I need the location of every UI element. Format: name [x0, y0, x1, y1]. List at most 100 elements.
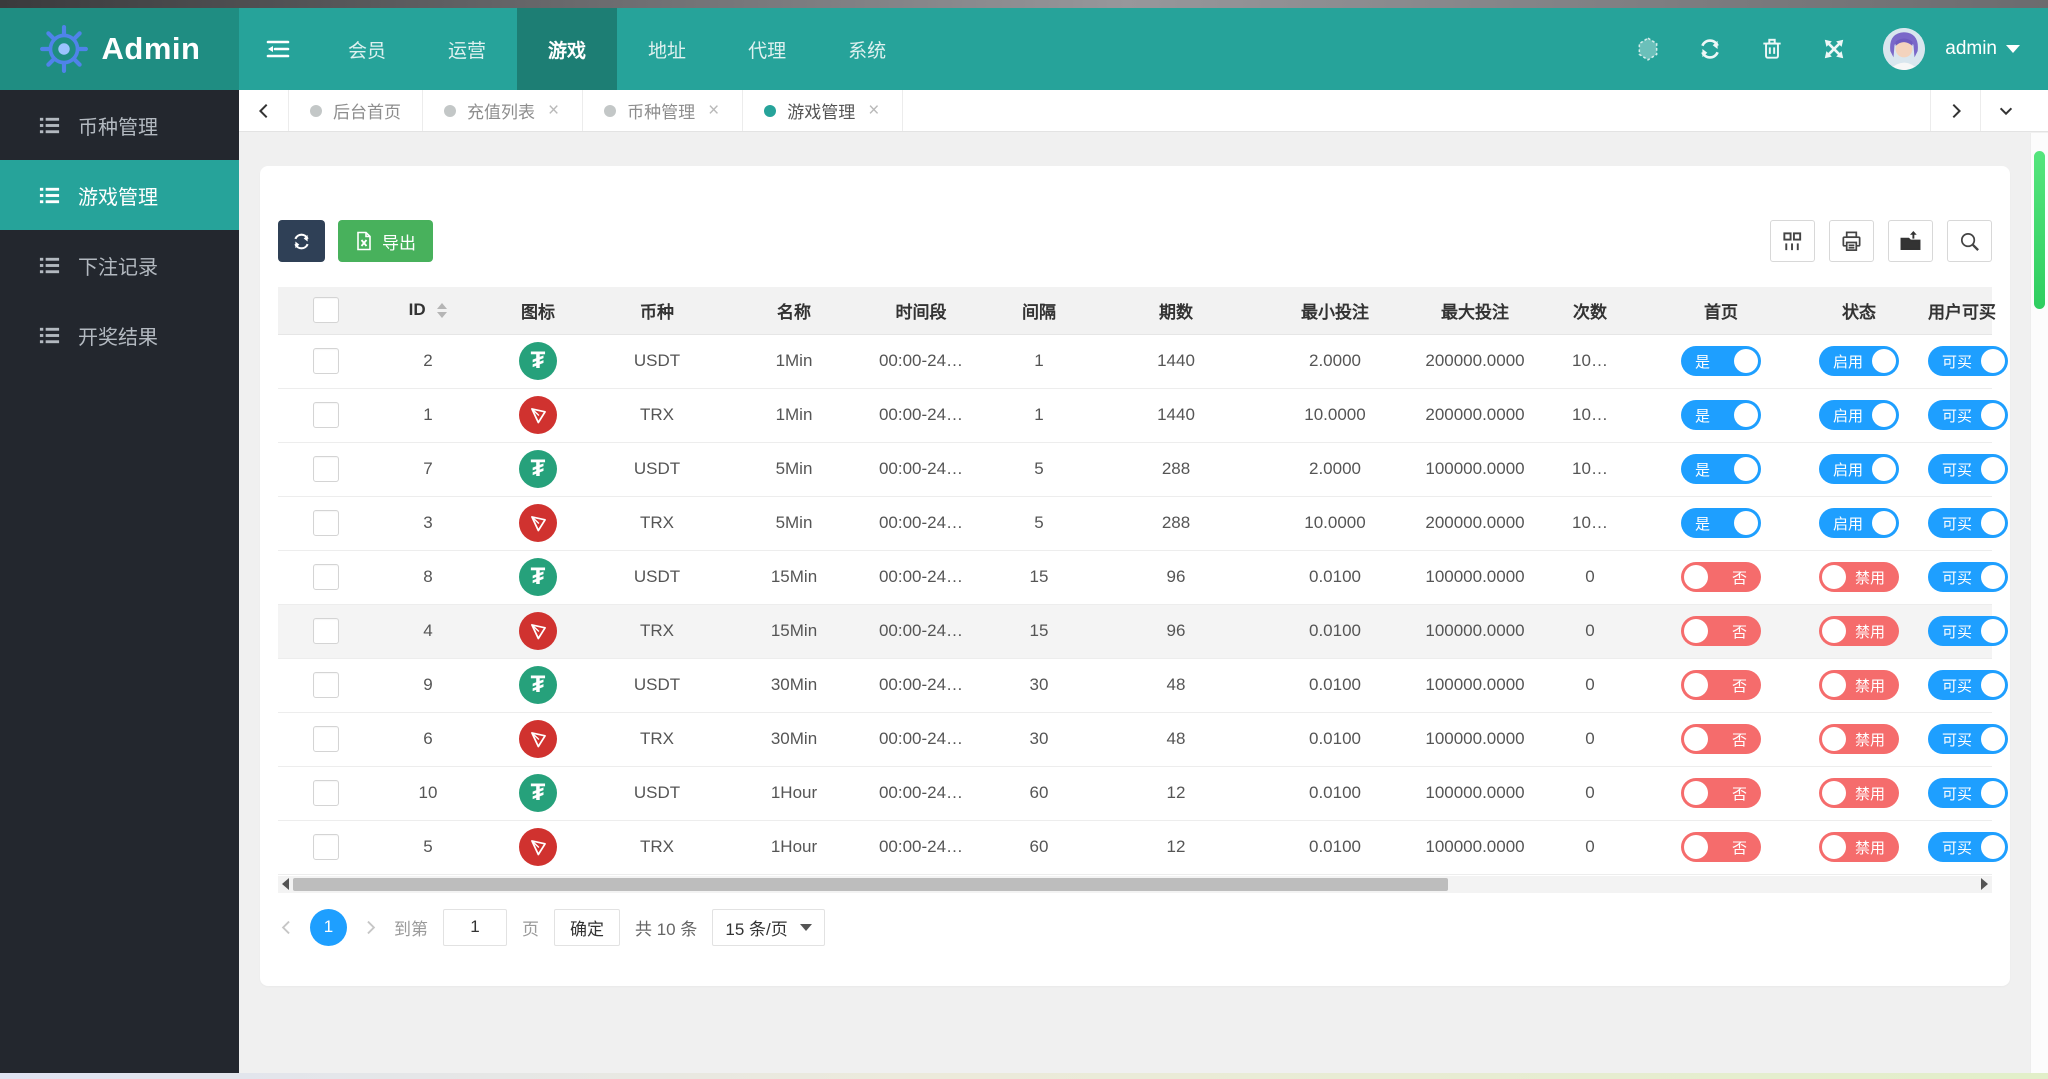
- tab-close-icon[interactable]: ×: [546, 99, 561, 122]
- nav-menu-item[interactable]: 代理: [717, 8, 817, 90]
- home-toggle[interactable]: 否: [1681, 832, 1761, 862]
- goto-page-input[interactable]: [443, 908, 507, 946]
- status-toggle[interactable]: 禁用: [1819, 670, 1899, 700]
- user-dropdown[interactable]: admin: [1945, 38, 2020, 60]
- sidebar-item[interactable]: 开奖结果: [0, 300, 239, 370]
- row-checkbox[interactable]: [313, 564, 339, 590]
- status-toggle[interactable]: 启用: [1819, 400, 1899, 430]
- nav-menu-item[interactable]: 游戏: [517, 8, 618, 90]
- status-toggle[interactable]: 禁用: [1819, 778, 1899, 808]
- row-checkbox[interactable]: [313, 510, 339, 536]
- buyable-toggle[interactable]: 可买: [1928, 454, 2008, 484]
- nav-menu-item[interactable]: 会员: [317, 8, 417, 90]
- status-toggle[interactable]: 禁用: [1819, 832, 1899, 862]
- home-toggle[interactable]: 是: [1681, 400, 1761, 430]
- status-toggle[interactable]: 启用: [1819, 508, 1899, 538]
- buyable-toggle[interactable]: 可买: [1928, 508, 2008, 538]
- buyable-toggle[interactable]: 可买: [1928, 400, 2008, 430]
- status-toggle[interactable]: 禁用: [1819, 724, 1899, 754]
- export-button[interactable]: 导出: [338, 220, 433, 262]
- page-tab[interactable]: 币种管理 ×: [582, 90, 744, 131]
- sidebar-collapse-icon[interactable]: [239, 8, 317, 90]
- page-tab[interactable]: 充值列表 ×: [422, 90, 584, 131]
- home-toggle[interactable]: 否: [1681, 778, 1761, 808]
- scroll-right-arrow-icon[interactable]: [1981, 878, 1988, 890]
- row-checkbox[interactable]: [313, 618, 339, 644]
- table-header-cell[interactable]: 币种: [594, 287, 720, 335]
- nav-menu-item[interactable]: 运营: [417, 8, 517, 90]
- home-toggle[interactable]: 否: [1681, 670, 1761, 700]
- buyable-toggle[interactable]: 可买: [1928, 670, 2008, 700]
- select-all-checkbox[interactable]: [313, 297, 339, 324]
- trash-icon[interactable]: [1759, 36, 1785, 62]
- buyable-toggle[interactable]: 可买: [1928, 616, 2008, 646]
- vertical-scroll-thumb[interactable]: [2034, 151, 2045, 309]
- nav-menu-item[interactable]: 系统: [817, 8, 917, 90]
- home-toggle[interactable]: 是: [1681, 508, 1761, 538]
- sidebar-item[interactable]: 游戏管理: [0, 160, 239, 230]
- current-page-button[interactable]: 1: [310, 908, 347, 946]
- fullscreen-icon[interactable]: [1821, 36, 1847, 62]
- table-header-cell[interactable]: 状态: [1790, 287, 1928, 335]
- row-checkbox[interactable]: [313, 672, 339, 698]
- sidebar-item[interactable]: 币种管理: [0, 90, 239, 160]
- print-button[interactable]: [1829, 220, 1874, 262]
- nav-menu-item[interactable]: 地址: [617, 8, 717, 90]
- export-data-button[interactable]: [1888, 220, 1933, 262]
- home-toggle[interactable]: 否: [1681, 724, 1761, 754]
- row-checkbox[interactable]: [313, 348, 339, 374]
- table-header-cell[interactable]: 名称: [720, 287, 868, 335]
- page-size-select[interactable]: 15 条/页: [712, 908, 825, 946]
- row-checkbox[interactable]: [313, 834, 339, 860]
- next-page-button[interactable]: [362, 919, 379, 936]
- avatar[interactable]: [1883, 28, 1926, 70]
- table-header-cell[interactable]: 图标: [482, 287, 594, 335]
- table-header-cell[interactable]: ID: [374, 287, 482, 335]
- buyable-toggle[interactable]: 可买: [1928, 778, 2008, 808]
- sidebar-item[interactable]: 下注记录: [0, 230, 239, 300]
- buyable-toggle[interactable]: 可买: [1928, 346, 2008, 376]
- table-header-cell[interactable]: 间隔: [974, 287, 1104, 335]
- page-tab[interactable]: 后台首页 ×: [288, 90, 423, 131]
- search-icon[interactable]: [1947, 220, 1992, 262]
- tabs-menu-button[interactable]: [1980, 90, 2030, 131]
- table-header-cell[interactable]: 最大投注: [1422, 287, 1528, 335]
- row-checkbox[interactable]: [313, 726, 339, 752]
- prev-page-button[interactable]: [278, 919, 295, 936]
- refresh-icon[interactable]: [1697, 36, 1723, 62]
- table-header-cell[interactable]: 最小投注: [1248, 287, 1422, 335]
- status-toggle[interactable]: 启用: [1819, 454, 1899, 484]
- horizontal-scroll-thumb[interactable]: [293, 877, 1448, 891]
- vertical-scrollbar-track[interactable]: [2030, 133, 2048, 1079]
- page-tab[interactable]: 游戏管理 ×: [742, 90, 904, 131]
- row-checkbox[interactable]: [313, 456, 339, 482]
- table-header-cell[interactable]: 期数: [1104, 287, 1248, 335]
- table-header-cell[interactable]: 首页: [1652, 287, 1790, 335]
- confirm-button[interactable]: 确定: [554, 908, 620, 946]
- home-toggle[interactable]: 否: [1681, 562, 1761, 592]
- row-checkbox[interactable]: [313, 402, 339, 428]
- table-header-cell[interactable]: 时间段: [868, 287, 974, 335]
- buyable-toggle[interactable]: 可买: [1928, 832, 2008, 862]
- status-toggle[interactable]: 禁用: [1819, 616, 1899, 646]
- refresh-button[interactable]: [278, 220, 325, 262]
- tabs-scroll-left-button[interactable]: [239, 90, 289, 131]
- table-header-cell[interactable]: [278, 287, 374, 335]
- horizontal-scrollbar[interactable]: [278, 875, 1992, 893]
- buyable-toggle[interactable]: 可买: [1928, 562, 2008, 592]
- table-header-cell[interactable]: 用户可买: [1928, 287, 1996, 335]
- home-toggle[interactable]: 是: [1681, 454, 1761, 484]
- home-toggle[interactable]: 否: [1681, 616, 1761, 646]
- status-toggle[interactable]: 禁用: [1819, 562, 1899, 592]
- table-header-cell[interactable]: 次数: [1528, 287, 1652, 335]
- scroll-left-arrow-icon[interactable]: [282, 878, 289, 890]
- status-toggle[interactable]: 启用: [1819, 346, 1899, 376]
- tabs-scroll-right-button[interactable]: [1930, 90, 1980, 131]
- hexagon-icon[interactable]: [1635, 36, 1661, 62]
- row-checkbox[interactable]: [313, 780, 339, 806]
- columns-filter-button[interactable]: [1770, 220, 1815, 262]
- tab-close-icon[interactable]: ×: [706, 99, 721, 122]
- home-toggle[interactable]: 是: [1681, 346, 1761, 376]
- buyable-toggle[interactable]: 可买: [1928, 724, 2008, 754]
- sort-icon[interactable]: [437, 303, 448, 319]
